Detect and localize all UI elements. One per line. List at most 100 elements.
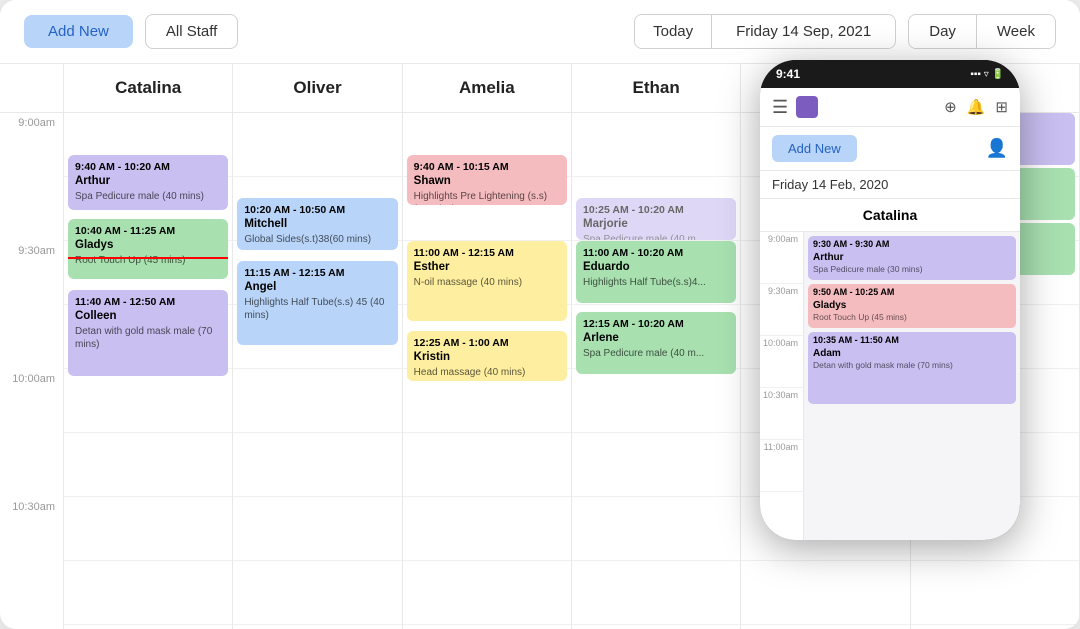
phone-appt-adam[interactable]: 10:35 AM - 11:50 AM Adam Detan with gold…: [808, 332, 1016, 404]
hamburger-icon[interactable]: ☰: [772, 97, 788, 118]
staff-header-catalina: Catalina: [64, 64, 233, 112]
phone-notch: 9:41 ▪▪▪ ▿ 🔋: [760, 60, 1020, 88]
phone-time-11am: 11:00am: [760, 440, 803, 492]
ethan-slot-8[interactable]: [572, 561, 740, 625]
appt-arthur[interactable]: 9:40 AM - 10:20 AM Arthur Spa Pedicure m…: [68, 155, 228, 210]
finch-slot-9[interactable]: [911, 625, 1079, 629]
add-icon[interactable]: ⊕: [944, 98, 957, 116]
add-new-button[interactable]: Add New: [24, 15, 133, 48]
ethan-slot-7[interactable]: [572, 497, 740, 561]
oliver-slot-5[interactable]: [233, 369, 401, 433]
appt-colleen[interactable]: 11:40 AM - 12:50 AM Colleen Detan with g…: [68, 290, 228, 376]
ethan-slot-1[interactable]: [572, 113, 740, 177]
catalina-slot-9[interactable]: [64, 625, 232, 629]
appt-service: Spa Pedicure male (40 mins): [75, 190, 221, 204]
view-toggle: Day Week: [908, 14, 1056, 49]
phone-staff-header: Catalina: [760, 199, 1020, 232]
amelia-slot-6[interactable]: [403, 433, 571, 497]
appt-time: 11:00 AM - 12:15 AM: [414, 246, 560, 260]
bell-icon[interactable]: 🔔: [967, 98, 986, 116]
time-9am: 9:00am: [0, 113, 64, 177]
appt-time: 10:40 AM - 11:25 AM: [75, 224, 221, 238]
phone-time-930am: 9:30am: [760, 284, 803, 336]
nolan-slot-9[interactable]: [741, 625, 909, 629]
all-staff-button[interactable]: All Staff: [145, 14, 238, 49]
appt-service: Head massage (40 mins): [414, 366, 560, 380]
appt-service: Highlights Half Tube(s.s)4...: [583, 276, 729, 290]
oliver-slot-6[interactable]: [233, 433, 401, 497]
phone-add-area: Add New 👤: [760, 127, 1020, 171]
oliver-slot-9[interactable]: [233, 625, 401, 629]
time-11am: 11:00am: [0, 625, 64, 629]
staff-header-oliver: Oliver: [233, 64, 402, 112]
appt-angel[interactable]: 11:15 AM - 12:15 AM Angel Highlights Hal…: [237, 261, 397, 345]
appt-time: 11:00 AM - 10:20 AM: [583, 246, 729, 260]
catalina-slot-6[interactable]: [64, 433, 232, 497]
time-10am: 10:00am: [0, 369, 64, 433]
time-column: 9:00am 9:30am 10:00am 10:30am 11:00am 11…: [0, 113, 64, 629]
phone-events-col: 9:30 AM - 9:30 AM Arthur Spa Pedicure ma…: [804, 232, 1020, 540]
appt-marjorie[interactable]: 10:25 AM - 10:20 AM Marjorie Spa Pedicur…: [576, 198, 736, 240]
appt-name: Arthur: [75, 174, 221, 190]
date-nav: Today Friday 14 Sep, 2021: [634, 14, 896, 49]
staff-header-amelia: Amelia: [403, 64, 572, 112]
oliver-slot-7[interactable]: [233, 497, 401, 561]
nolan-slot-8[interactable]: [741, 561, 909, 625]
appt-time: 12:15 AM - 10:20 AM: [583, 317, 729, 331]
appt-time: 11:15 AM - 12:15 AM: [244, 266, 390, 280]
catalina-slot-5[interactable]: [64, 369, 232, 433]
appt-name: Arlene: [583, 331, 729, 347]
phone-topbar: ☰ ⊕ 🔔 ⊞: [760, 88, 1020, 127]
phone-user-icon[interactable]: 👤: [986, 138, 1008, 159]
appt-service: Highlights Half Tube(s.s) 45 (40 mins): [244, 296, 390, 323]
oliver-slot-1[interactable]: [233, 113, 401, 177]
appt-time: 10:20 AM - 10:50 AM: [244, 203, 390, 217]
appt-name: Shawn: [414, 174, 560, 190]
day-view-button[interactable]: Day: [909, 15, 976, 48]
ethan-slot-5[interactable]: [572, 369, 740, 433]
appt-name: Marjorie: [583, 217, 729, 233]
appt-name: Eduardo: [583, 260, 729, 276]
phone-add-new-button[interactable]: Add New: [772, 135, 857, 162]
catalina-slot-7[interactable]: [64, 497, 232, 561]
appt-time: 12:25 AM - 1:00 AM: [414, 336, 560, 350]
appt-shawn[interactable]: 9:40 AM - 10:15 AM Shawn Highlights Pre …: [407, 155, 567, 205]
staff-col-amelia: 9:40 AM - 10:15 AM Shawn Highlights Pre …: [403, 113, 572, 629]
staff-col-oliver: 10:20 AM - 10:50 AM Mitchell Global Side…: [233, 113, 402, 629]
appt-esther[interactable]: 11:00 AM - 12:15 AM Esther N-oil massage…: [407, 241, 567, 321]
oliver-slot-8[interactable]: [233, 561, 401, 625]
week-view-button[interactable]: Week: [976, 15, 1055, 48]
appt-name: Angel: [244, 280, 390, 296]
appt-gladys[interactable]: 10:40 AM - 11:25 AM Gladys Root Touch Up…: [68, 219, 228, 279]
appt-service: Root Touch Up (45 mins): [75, 254, 221, 268]
toolbar: Add New All Staff Today Friday 14 Sep, 2…: [0, 0, 1080, 64]
catalina-slot-8[interactable]: [64, 561, 232, 625]
staff-col-catalina: 9:40 AM - 10:20 AM Arthur Spa Pedicure m…: [64, 113, 233, 629]
time-empty3: [0, 433, 64, 497]
ethan-slot-9[interactable]: [572, 625, 740, 629]
staff-col-ethan: 10:25 AM - 10:20 AM Marjorie Spa Pedicur…: [572, 113, 741, 629]
finch-slot-8[interactable]: [911, 561, 1079, 625]
phone-overlay: 9:41 ▪▪▪ ▿ 🔋 ☰ ⊕ 🔔 ⊞ Add New 👤 Friday 14…: [760, 60, 1020, 540]
appt-service: Highlights Pre Lightening (s.s) (40 mins…: [414, 190, 560, 205]
appt-time: 11:40 AM - 12:50 AM: [75, 295, 221, 309]
time-gutter-header: [0, 64, 64, 112]
today-button[interactable]: Today: [635, 15, 712, 48]
amelia-slot-9[interactable]: [403, 625, 571, 629]
appt-mitchell[interactable]: 10:20 AM - 10:50 AM Mitchell Global Side…: [237, 198, 397, 250]
amelia-slot-7[interactable]: [403, 497, 571, 561]
appt-kristin[interactable]: 12:25 AM - 1:00 AM Kristin Head massage …: [407, 331, 567, 381]
time-empty4: [0, 561, 64, 625]
amelia-slot-8[interactable]: [403, 561, 571, 625]
time-1030am: 10:30am: [0, 497, 64, 561]
ethan-slot-6[interactable]: [572, 433, 740, 497]
appt-eduardo[interactable]: 11:00 AM - 10:20 AM Eduardo Highlights H…: [576, 241, 736, 303]
appt-name: Gladys: [75, 238, 221, 254]
appt-arlene[interactable]: 12:15 AM - 10:20 AM Arlene Spa Pedicure …: [576, 312, 736, 374]
grid-icon[interactable]: ⊞: [995, 98, 1008, 116]
phone-appt-gladys[interactable]: 9:50 AM - 10:25 AM Gladys Root Touch Up …: [808, 284, 1016, 328]
phone-appt-arthur[interactable]: 9:30 AM - 9:30 AM Arthur Spa Pedicure ma…: [808, 236, 1016, 280]
appt-name: Kristin: [414, 350, 560, 366]
appt-service: Detan with gold mask male (70 mins): [75, 325, 221, 352]
appt-service: Global Sides(s.t)38(60 mins): [244, 233, 390, 247]
